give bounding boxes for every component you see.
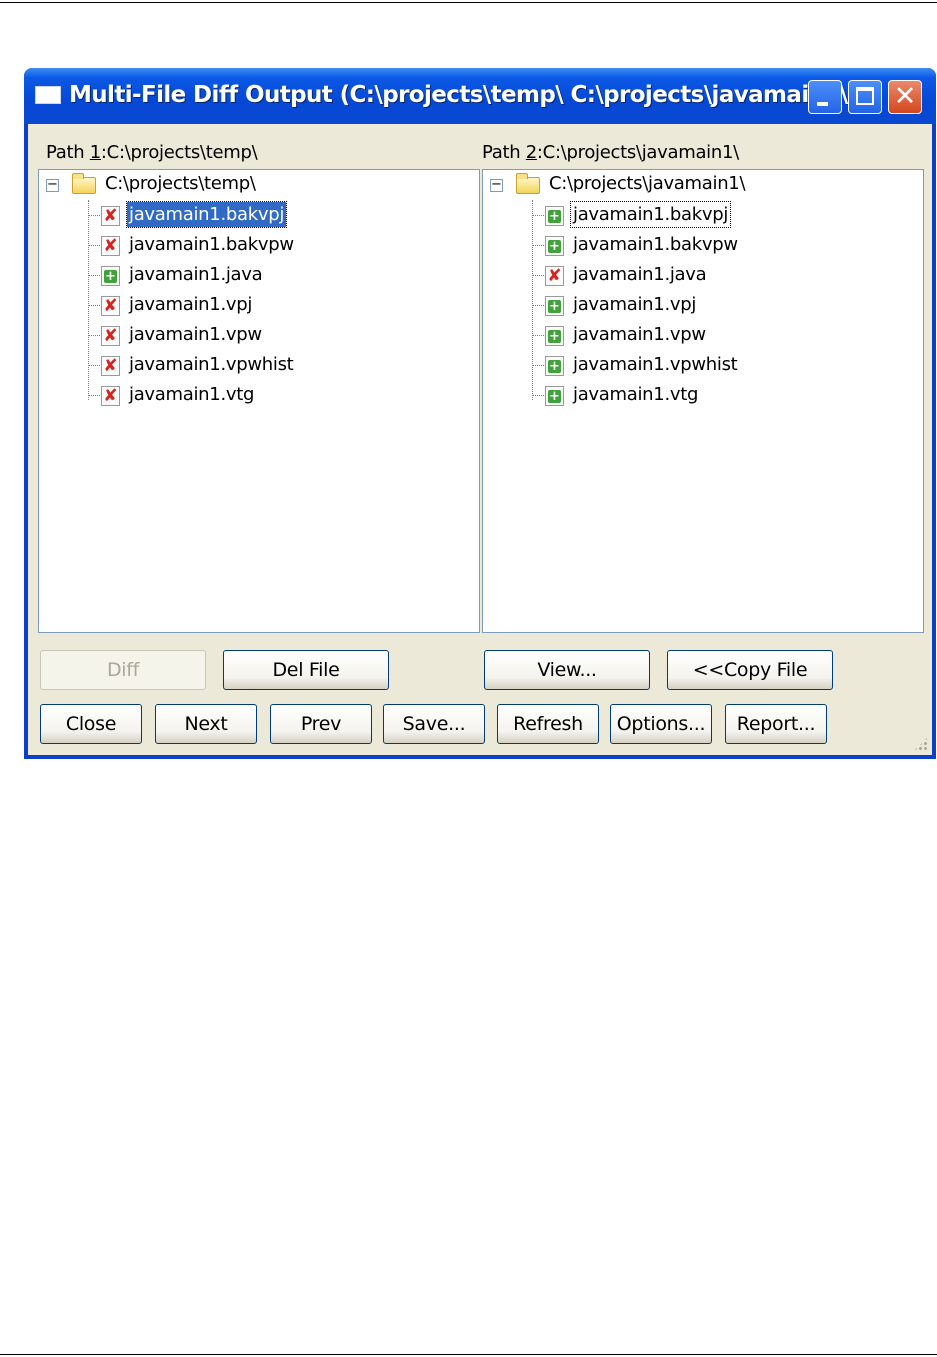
tree-item-label: javamain1.vpj — [573, 294, 697, 315]
maximize-button[interactable] — [848, 80, 882, 114]
tree-item-label: javamain1.vpw — [573, 324, 706, 345]
tree-item-label: javamain1.vpw — [129, 324, 262, 345]
tree-item-label: javamain1.vpwhist — [129, 354, 294, 375]
path-2-tree-item[interactable]: + javamain1.vpw — [483, 320, 923, 350]
path-1-root-label: C:\projects\temp\ — [105, 173, 256, 194]
close-window-button[interactable]: ✕ — [888, 80, 922, 114]
tree-branch-line — [88, 365, 100, 366]
path-1-label-mnemonic: 1 — [89, 142, 101, 163]
tree-item-label: javamain1.bakvpj — [125, 201, 288, 228]
path-1-tree-item[interactable]: ✘ javamain1.bakvpw — [39, 230, 479, 260]
close-icon: ✕ — [893, 81, 917, 112]
view-button[interactable]: View... — [484, 650, 650, 690]
tree-branch-line — [88, 395, 100, 396]
window-icon — [35, 86, 61, 104]
path-1-tree-item[interactable]: ✘ javamain1.vpwhist — [39, 350, 479, 380]
path-2-tree[interactable]: − C:\projects\javamain1\ + javamain1.bak… — [482, 169, 924, 633]
path-1-label-prefix: Path — [46, 142, 90, 163]
minimize-button[interactable] — [808, 80, 842, 114]
file-added-icon: + — [545, 296, 564, 316]
tree-branch-line — [532, 305, 544, 306]
path-2-root-label: C:\projects\javamain1\ — [549, 173, 746, 194]
refresh-button[interactable]: Refresh — [497, 704, 599, 744]
file-deleted-icon: ✘ — [101, 326, 120, 346]
tree-item-label: javamain1.bakvpw — [129, 234, 294, 255]
file-added-icon: + — [101, 266, 120, 286]
options-button[interactable]: Options... — [610, 704, 712, 744]
file-added-icon: + — [545, 386, 564, 406]
path-1-tree-item[interactable]: ✘ javamain1.bakvpj — [39, 200, 479, 230]
path-2-tree-item[interactable]: ✘ javamain1.java — [483, 260, 923, 290]
copy-file-button[interactable]: <<Copy File — [667, 650, 833, 690]
tree-branch-line — [532, 245, 544, 246]
path-2-tree-root[interactable]: − C:\projects\javamain1\ — [483, 170, 923, 200]
path-2-tree-item[interactable]: + javamain1.vtg — [483, 380, 923, 410]
collapse-icon[interactable]: − — [46, 178, 59, 192]
path-2-tree-item[interactable]: + javamain1.bakvpj — [483, 200, 923, 230]
file-added-icon: + — [545, 206, 564, 226]
multi-file-diff-window: Multi-File Diff Output (C:\projects\temp… — [24, 68, 936, 759]
tree-item-label: javamain1.java — [573, 264, 707, 285]
path-1-tree-item[interactable]: + javamain1.java — [39, 260, 479, 290]
file-added-icon: + — [545, 236, 564, 256]
folder-icon — [72, 173, 96, 194]
dialog-client-area: Path 1:C:\projects\temp\ Path 2:C:\proje… — [28, 124, 932, 755]
file-deleted-icon: ✘ — [101, 236, 120, 256]
minimize-icon — [817, 102, 828, 106]
maximize-icon — [856, 87, 874, 105]
file-deleted-icon: ✘ — [101, 386, 120, 406]
resize-grip-icon[interactable] — [913, 736, 929, 752]
close-button[interactable]: Close — [40, 704, 142, 744]
tree-branch-line — [532, 215, 544, 216]
diff-button[interactable]: Diff — [40, 650, 206, 690]
path-1-tree[interactable]: − C:\projects\temp\ ✘ javamain1.bakvpj ✘… — [38, 169, 480, 633]
page-top-rule — [0, 2, 937, 3]
file-added-icon: + — [545, 356, 564, 376]
tree-item-label: javamain1.vtg — [129, 384, 255, 405]
path-1-tree-root[interactable]: − C:\projects\temp\ — [39, 170, 479, 200]
tree-branch-line — [532, 365, 544, 366]
tree-item-label: javamain1.vpj — [129, 294, 253, 315]
path-2-tree-item[interactable]: + javamain1.vpwhist — [483, 350, 923, 380]
file-deleted-icon: ✘ — [101, 296, 120, 316]
next-button[interactable]: Next — [155, 704, 257, 744]
file-added-icon: + — [545, 326, 564, 346]
file-deleted-icon: ✘ — [101, 356, 120, 376]
title-bar[interactable]: Multi-File Diff Output (C:\projects\temp… — [24, 68, 936, 124]
tree-branch-line — [532, 395, 544, 396]
path-1-label-path: :C:\projects\temp\ — [100, 142, 258, 163]
tree-item-label: javamain1.bakvpj — [569, 201, 732, 228]
save-button[interactable]: Save... — [383, 704, 485, 744]
file-deleted-icon: ✘ — [545, 266, 564, 286]
path-1-tree-item[interactable]: ✘ javamain1.vpw — [39, 320, 479, 350]
folder-icon — [516, 173, 540, 194]
tree-item-label: javamain1.bakvpw — [573, 234, 738, 255]
del-file-button[interactable]: Del File — [223, 650, 389, 690]
tree-item-label: javamain1.vpwhist — [573, 354, 738, 375]
path-1-tree-item[interactable]: ✘ javamain1.vpj — [39, 290, 479, 320]
path-2-label: Path 2:C:\projects\javamain1\ — [482, 142, 739, 163]
tree-item-label: javamain1.java — [129, 264, 263, 285]
file-deleted-icon: ✘ — [101, 206, 120, 226]
collapse-icon[interactable]: − — [490, 178, 503, 192]
page-bottom-rule — [0, 1354, 937, 1355]
path-2-label-prefix: Path — [482, 142, 526, 163]
report-button[interactable]: Report... — [725, 704, 827, 744]
tree-branch-line — [88, 245, 100, 246]
tree-branch-line — [88, 305, 100, 306]
tree-item-label: javamain1.vtg — [573, 384, 699, 405]
tree-branch-line — [88, 275, 100, 276]
tree-branch-line — [532, 335, 544, 336]
prev-button[interactable]: Prev — [270, 704, 372, 744]
tree-branch-line — [88, 215, 100, 216]
path-1-tree-item[interactable]: ✘ javamain1.vtg — [39, 380, 479, 410]
path-1-label: Path 1:C:\projects\temp\ — [46, 142, 258, 163]
tree-branch-line — [532, 275, 544, 276]
path-2-tree-item[interactable]: + javamain1.vpj — [483, 290, 923, 320]
path-2-label-path: :C:\projects\javamain1\ — [536, 142, 739, 163]
path-2-tree-item[interactable]: + javamain1.bakvpw — [483, 230, 923, 260]
window-title: Multi-File Diff Output (C:\projects\temp… — [69, 82, 858, 108]
path-2-label-mnemonic: 2 — [525, 142, 537, 163]
tree-branch-line — [88, 335, 100, 336]
